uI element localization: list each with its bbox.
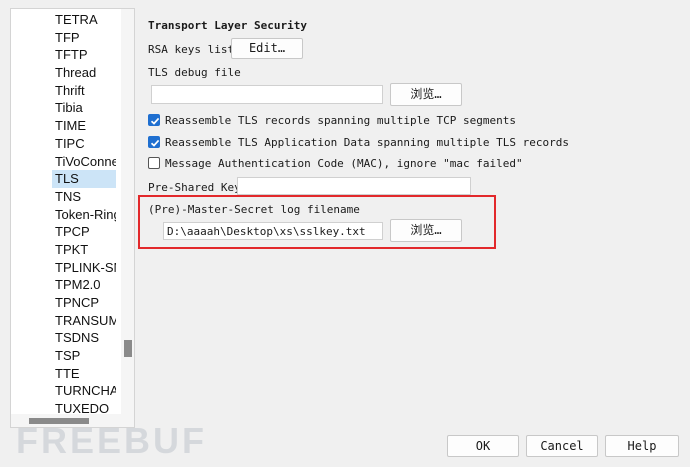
rsa-keys-label: RSA keys list (148, 43, 235, 56)
protocol-list[interactable]: TETRA TFP TFTP Thread Thrift Tibia TIME TIPC TiV… (10, 8, 135, 428)
mac-ignore-label: Message Authentication Code (MAC), ignor… (165, 157, 523, 170)
master-secret-label: (Pre)-Master-Secret log filename (148, 203, 360, 216)
protocol-list-item[interactable]: Tibia (52, 99, 116, 117)
protocol-list-item[interactable]: TPKT (52, 241, 116, 259)
protocol-list-item[interactable]: TSDNS (52, 329, 116, 347)
protocol-list-item[interactable]: TSP (52, 347, 116, 365)
protocol-list-item[interactable]: TPNCP (52, 294, 116, 312)
protocol-list-item[interactable]: TIPC (52, 135, 116, 153)
protocol-list-item[interactable]: TETRA (52, 11, 116, 29)
vertical-scrollbar-thumb[interactable] (124, 340, 132, 357)
protocol-list-item[interactable]: TURNCHAN (52, 382, 116, 400)
protocol-list-item[interactable]: TLS (52, 170, 116, 188)
checkmark-icon (150, 139, 160, 147)
protocol-list-item[interactable]: TIME (52, 117, 116, 135)
reassemble-tcp-checkbox[interactable] (148, 114, 160, 126)
master-secret-file-field[interactable]: D:\aaaah\Desktop\xs\sslkey.txt (163, 222, 383, 240)
pre-shared-key-label: Pre-Shared Key (148, 181, 241, 194)
protocol-list-item[interactable]: Thrift (52, 82, 116, 100)
protocol-items: TETRA TFP TFTP Thread Thrift Tibia TIME TIPC TiV… (52, 11, 116, 418)
master-secret-browse-button[interactable]: 浏览… (390, 219, 462, 242)
tls-debug-label: TLS debug file (148, 66, 241, 79)
rsa-keys-edit-button[interactable]: Edit… (231, 38, 303, 59)
protocol-list-item[interactable]: TRANSUM (52, 312, 116, 330)
mac-ignore-checkbox[interactable] (148, 157, 160, 169)
protocol-list-item[interactable]: TTE (52, 365, 116, 383)
protocol-list-item[interactable]: TPLINK-SM (52, 259, 116, 277)
reassemble-tcp-label: Reassemble TLS records spanning multiple… (165, 114, 516, 127)
protocol-list-item[interactable]: TNS (52, 188, 116, 206)
protocol-list-item[interactable]: Thread (52, 64, 116, 82)
protocol-list-item[interactable]: TiVoConne (52, 153, 116, 171)
protocol-list-item[interactable]: TFTP (52, 46, 116, 64)
watermark-logo: FREEBUF (16, 420, 207, 461)
pre-shared-key-field[interactable] (237, 177, 471, 195)
cancel-button[interactable]: Cancel (526, 435, 598, 457)
reassemble-appdata-checkbox[interactable] (148, 136, 160, 148)
protocol-list-item[interactable]: Token-Ring (52, 206, 116, 224)
protocol-list-item[interactable]: TPCP (52, 223, 116, 241)
help-button[interactable]: Help (605, 435, 679, 457)
section-title: Transport Layer Security (148, 19, 307, 32)
tls-debug-file-field[interactable] (151, 85, 383, 104)
reassemble-appdata-label: Reassemble TLS Application Data spanning… (165, 136, 569, 149)
checkmark-icon (150, 117, 160, 125)
tls-debug-browse-button[interactable]: 浏览… (390, 83, 462, 106)
vertical-scrollbar[interactable] (121, 9, 134, 414)
ok-button[interactable]: OK (447, 435, 519, 457)
protocol-list-item[interactable]: TFP (52, 29, 116, 47)
protocol-list-item[interactable]: TPM2.0 (52, 276, 116, 294)
